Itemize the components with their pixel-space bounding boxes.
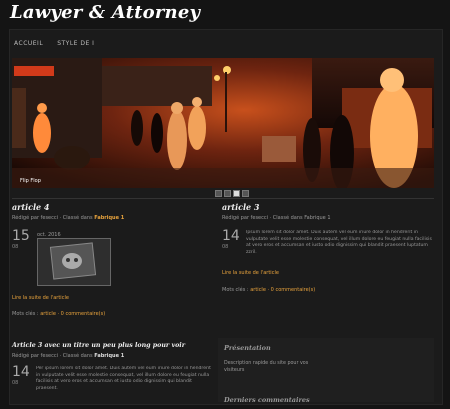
- article-category-link[interactable]: Fabrique 1: [304, 215, 330, 221]
- read-more-link[interactable]: Lire la suite de l'article: [222, 270, 279, 276]
- article-footer: Mots clés : article · 0 commentaire(s): [12, 311, 105, 317]
- article-footer-prefix: Mots clés :: [222, 287, 249, 293]
- article-meta: Rédigé par fesecci · Classé dans Fabriqu…: [12, 215, 124, 221]
- hero-caption: Flip Flop: [20, 178, 41, 184]
- article-meta-prefix: Rédigé par fesecci · Classé dans: [12, 215, 93, 221]
- nav-item-accueil[interactable]: ACCUEIL: [14, 40, 43, 47]
- read-more-link[interactable]: Lire la suite de l'article: [12, 295, 69, 301]
- article-month: 08: [12, 380, 19, 386]
- article-month: 08: [12, 244, 19, 250]
- article-title[interactable]: Article 3 avec un titre un peu plus long…: [12, 342, 185, 349]
- slide-dot-2[interactable]: [224, 190, 231, 197]
- article-excerpt: Ipsum lorem sit dolor amet. Duis autem v…: [246, 230, 432, 256]
- article-month: 08: [222, 244, 229, 250]
- site-title[interactable]: Lawyer & Attorney: [10, 2, 200, 23]
- main-nav: ACCUEIL STYLE DE I: [14, 40, 94, 47]
- article-footer-links[interactable]: article · 0 commentaire(s): [40, 311, 105, 317]
- article-footer-prefix: Mots clés :: [12, 311, 39, 317]
- nav-item-style[interactable]: STYLE DE I: [57, 40, 94, 47]
- article-footer: Mots clés : article · 0 commentaire(s): [222, 287, 315, 293]
- article-thumbnail[interactable]: [37, 238, 111, 286]
- slideshow-pager: [215, 190, 249, 197]
- article-excerpt: Per ipsum lorem sit dolor amet. Duis aut…: [36, 366, 211, 392]
- article-title[interactable]: article 3: [222, 202, 259, 212]
- article-category-link[interactable]: Fabrique 1: [94, 215, 124, 221]
- sidebar-presentation-text: Description rapide du site pour vos visi…: [224, 361, 309, 373]
- article-day: 14: [222, 228, 240, 244]
- article-meta-prefix: Rédigé par fesecci · Classé dans: [222, 215, 303, 221]
- slide-dot-4[interactable]: [242, 190, 249, 197]
- hero-slideshow[interactable]: Flip Flop: [12, 58, 434, 188]
- article-meta: Rédigé par fesecci · Classé dans Fabriqu…: [222, 215, 331, 221]
- article-meta: Rédigé par fesecci · Classé dans Fabriqu…: [12, 353, 124, 359]
- article-category-link[interactable]: Fabrique 1: [94, 353, 124, 359]
- page: Lawyer & Attorney ACCUEIL STYLE DE I Fli…: [0, 0, 450, 409]
- slide-dot-3[interactable]: [233, 190, 240, 197]
- article-meta-prefix: Rédigé par fesecci · Classé dans: [12, 353, 93, 359]
- sidebar-comments-title: Derniers commentaires: [224, 396, 310, 404]
- article-day: 14: [12, 364, 30, 380]
- sidebar-presentation-title: Présentation: [224, 344, 271, 352]
- article-footer-links[interactable]: article · 0 commentaire(s): [250, 287, 315, 293]
- article-day: 15: [12, 228, 30, 244]
- slide-dot-1[interactable]: [215, 190, 222, 197]
- divider: [12, 198, 434, 199]
- hero-photo: [12, 58, 434, 188]
- thumbnail-image: [38, 239, 110, 285]
- article-title[interactable]: article 4: [12, 202, 49, 212]
